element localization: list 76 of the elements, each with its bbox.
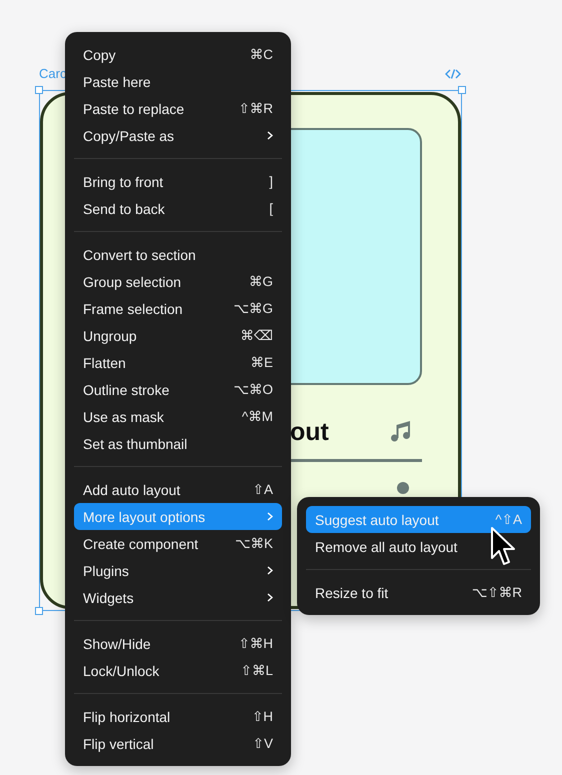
menu-item-label: Lock/Unlock <box>83 662 160 678</box>
shortcut-label: ⇧V <box>252 736 273 752</box>
menu-item-label: More layout options <box>83 508 206 524</box>
menu-item[interactable]: Send to back [ <box>74 195 282 222</box>
shortcut-label: ⌘⌫ <box>240 328 273 344</box>
menu-item[interactable]: Plugins <box>74 557 282 584</box>
menu-item-label: Create component <box>83 536 200 552</box>
frame-label: Carc <box>39 66 66 81</box>
menu-item-label: Resize to fit <box>315 584 390 600</box>
menu-item[interactable]: Group selection ⌘G <box>74 268 282 295</box>
shortcut-label: ⇧A <box>252 482 273 498</box>
menu-item-label: Remove all auto layout <box>315 538 458 554</box>
shortcut-label: ⇧⌘L <box>240 662 273 678</box>
menu-item-label: Paste here <box>83 74 152 90</box>
menu-item[interactable]: Lock/Unlock ⇧⌘L <box>74 657 282 684</box>
menu-item-label: Copy/Paste as <box>83 128 176 144</box>
shortcut-label: ] <box>269 174 273 189</box>
shortcut-label: ⌥⌘O <box>233 382 273 398</box>
resize-handle[interactable] <box>35 86 43 94</box>
menu-item[interactable]: Bring to front ] <box>74 168 282 195</box>
menu-item[interactable]: Show/Hide ⇧⌘H <box>74 630 282 657</box>
menu-item[interactable]: Widgets <box>74 584 282 611</box>
shortcut-label: ⌥⇧⌘R <box>472 584 522 600</box>
shortcut-label: [ <box>269 201 273 216</box>
music-note-icon <box>390 420 412 442</box>
menu-item[interactable]: Resize to fit ⌥⇧⌘R <box>306 579 531 606</box>
menu-item-label: Flip vertical <box>83 736 155 752</box>
card-title: out <box>290 417 329 447</box>
menu-item[interactable]: Convert to section <box>74 241 282 268</box>
menu-item-label: Flip horizontal <box>83 708 172 724</box>
menu-item-label: Widgets <box>83 590 135 606</box>
shortcut-label: ⇧⌘H <box>238 636 273 652</box>
menu-item-label: Bring to front <box>83 174 164 190</box>
menu-item-label: Paste to replace <box>83 100 186 116</box>
shortcut-label: ⌘G <box>248 274 273 290</box>
menu-item-label: Add auto layout <box>83 482 182 498</box>
shortcut-label: ⇧⌘R <box>238 100 273 116</box>
menu-item-label: Suggest auto layout <box>315 512 440 528</box>
shortcut-label: ⌥⌘G <box>233 300 273 316</box>
menu-item[interactable]: Flatten ⌘E <box>74 349 282 376</box>
shortcut-label: ^⌘M <box>242 408 273 424</box>
menu-item-label: Use as mask <box>83 408 165 424</box>
menu-item[interactable]: Ungroup ⌘⌫ <box>74 322 282 349</box>
menu-item-label: Group selection <box>83 274 182 290</box>
menu-item[interactable]: Copy/Paste as <box>74 122 282 149</box>
menu-item-label: Set as thumbnail <box>83 436 188 452</box>
menu-item[interactable]: Paste to replace ⇧⌘R <box>74 95 282 122</box>
menu-item[interactable]: Add auto layout ⇧A <box>74 476 282 503</box>
menu-item[interactable]: Outline stroke ⌥⌘O <box>74 376 282 403</box>
menu-item-label: Send to back <box>83 200 166 216</box>
menu-item-label: Outline stroke <box>83 382 170 398</box>
menu-item-label: Flatten <box>83 354 127 370</box>
menu-item[interactable]: Paste here <box>74 68 282 95</box>
shortcut-label: ⌘C <box>250 46 273 62</box>
menu-item[interactable]: Use as mask ^⌘M <box>74 403 282 430</box>
resize-handle[interactable] <box>35 607 43 615</box>
resize-handle[interactable] <box>458 86 466 94</box>
menu-item[interactable]: Remove all auto layout <box>306 533 531 560</box>
menu-item-label: Plugins <box>83 562 130 578</box>
menu-item-label: Frame selection <box>83 300 184 316</box>
menu-item[interactable]: Copy ⌘C <box>74 41 282 68</box>
shortcut-label: ⇧H <box>252 708 273 724</box>
menu-item[interactable]: Flip vertical ⇧V <box>74 730 282 757</box>
menu-item[interactable]: Flip horizontal ⇧H <box>74 703 282 730</box>
menu-item-label: Copy <box>83 46 117 62</box>
menu-item-label: Convert to section <box>83 246 197 262</box>
shortcut-label: ^⇧A <box>495 512 522 528</box>
shortcut-label: ⌥⌘K <box>234 536 273 552</box>
code-icon <box>445 69 461 79</box>
menu-item[interactable]: Set as thumbnail <box>74 430 282 457</box>
menu-item[interactable]: Create component ⌥⌘K <box>74 530 282 557</box>
shortcut-label: ⌘E <box>250 354 273 370</box>
cursor-arrow-icon <box>490 526 518 568</box>
menu-item-label: Show/Hide <box>83 636 152 652</box>
menu-item[interactable]: Frame selection ⌥⌘G <box>74 295 282 322</box>
menu-item-label: Ungroup <box>83 328 138 344</box>
